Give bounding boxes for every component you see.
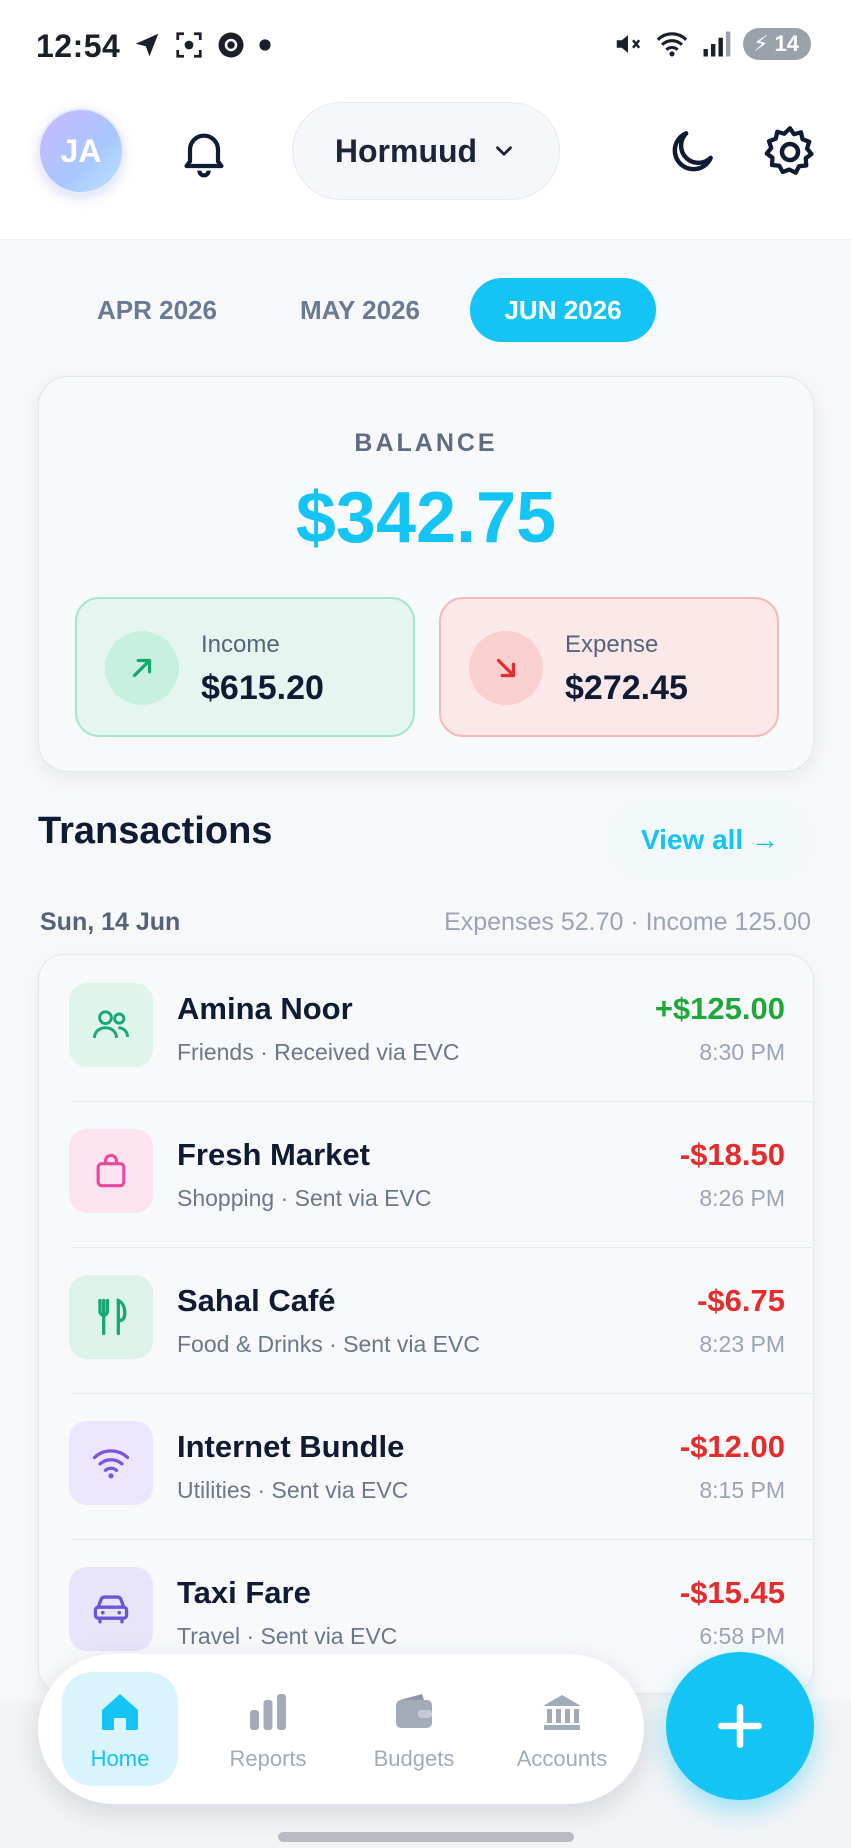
transactions-list: Amina Noor Friends · Received via EVC +$… (38, 954, 814, 1694)
app-badge-icon (218, 32, 244, 58)
nav-label: Budgets (373, 1746, 455, 1771)
nav-reports[interactable]: Reports (210, 1672, 326, 1786)
balance-amount: $342.75 (295, 478, 557, 558)
mute-icon (616, 35, 641, 53)
month-tabs: APR 2026 MAY 2026 JUN 2026 (0, 278, 851, 344)
divider (71, 1101, 813, 1102)
car-icon (69, 1567, 153, 1651)
view-all-button[interactable]: View all → (606, 800, 814, 880)
scan-icon (176, 32, 202, 58)
list-item[interactable]: Fresh Market Shopping · Sent via EVC -$1… (39, 1101, 813, 1247)
battery-level: 14 (774, 31, 799, 56)
status-right-icons: ⚡ 14 (613, 28, 811, 60)
transaction-amount: -$18.50 (679, 1137, 785, 1172)
transaction-subtitle: Shopping · Sent via EVC (177, 1185, 432, 1211)
transaction-time: 8:26 PM (699, 1185, 785, 1211)
balance-card: BALANCE $342.75 Income $615.20 Expense $… (38, 376, 814, 772)
transaction-title: Sahal Café (177, 1283, 336, 1318)
signal-icon (703, 31, 731, 57)
nav-accounts[interactable]: Accounts (504, 1672, 620, 1786)
list-item[interactable]: Internet Bundle Utilities · Sent via EVC… (39, 1393, 813, 1539)
status-bar: 12:54 ⚡ 14 (0, 0, 851, 90)
day-label: Sun, 14 Jun (40, 908, 181, 936)
transaction-subtitle: Food & Drinks · Sent via EVC (177, 1331, 480, 1357)
top-bar: JA Hormuud (0, 90, 851, 240)
transaction-title: Amina Noor (177, 991, 353, 1026)
notifications-bell-icon[interactable] (176, 124, 232, 180)
chevron-down-icon (496, 146, 513, 156)
transaction-time: 8:23 PM (699, 1331, 785, 1357)
wifi-icon (69, 1421, 153, 1505)
home-icon (102, 1694, 138, 1730)
nav-label: Accounts (516, 1746, 608, 1771)
expense-label: Expense (565, 631, 659, 658)
status-left-icons (132, 30, 272, 60)
settings-gear-icon[interactable] (760, 122, 820, 182)
nav-home[interactable]: Home (62, 1672, 178, 1786)
balance-label: BALANCE (354, 429, 498, 457)
bottom-navigation: Home Reports Budgets Accounts (38, 1654, 644, 1804)
divider (71, 1393, 813, 1394)
arrow-up-right-icon (105, 631, 179, 705)
tab-jun-2026[interactable]: JUN 2026 (470, 278, 656, 342)
transaction-amount: -$12.00 (679, 1429, 785, 1464)
provider-selector[interactable]: Hormuud (292, 102, 560, 200)
transaction-amount: -$15.45 (679, 1575, 785, 1610)
income-value: $615.20 (201, 669, 324, 707)
transaction-time: 8:30 PM (699, 1039, 785, 1065)
home-indicator[interactable] (278, 1832, 574, 1842)
status-time: 12:54 (36, 28, 121, 64)
expense-value: $272.45 (565, 669, 688, 707)
transaction-time: 8:15 PM (699, 1477, 785, 1503)
charging-icon: ⚡ (753, 31, 769, 56)
provider-name: Hormuud (334, 132, 478, 169)
avatar[interactable]: JA (38, 108, 124, 194)
dark-mode-moon-icon[interactable] (664, 124, 720, 180)
wallet-icon (396, 1694, 432, 1728)
transaction-time: 6:58 PM (699, 1623, 785, 1649)
send-icon (135, 33, 159, 57)
transaction-title: Internet Bundle (177, 1429, 405, 1464)
bank-icon (543, 1695, 581, 1730)
wifi-status-icon (656, 32, 688, 57)
divider (71, 1539, 813, 1540)
day-summary: Expenses 52.70 · Income 125.00 (444, 908, 811, 936)
nav-label: Home (90, 1746, 150, 1771)
transaction-subtitle: Travel · Sent via EVC (177, 1623, 398, 1649)
expense-summary[interactable]: Expense $272.45 (439, 597, 779, 737)
transaction-title: Taxi Fare (177, 1575, 311, 1610)
shopping-bag-icon (69, 1129, 153, 1213)
tab-apr-2026[interactable]: APR 2026 (82, 278, 232, 342)
bar-chart-icon (250, 1694, 286, 1730)
transaction-amount: +$125.00 (654, 991, 785, 1026)
transaction-subtitle: Utilities · Sent via EVC (177, 1477, 409, 1503)
nav-label: Reports (229, 1746, 307, 1771)
list-item[interactable]: Sahal Café Food & Drinks · Sent via EVC … (39, 1247, 813, 1393)
add-transaction-button[interactable] (666, 1652, 814, 1800)
battery-indicator: ⚡ 14 (743, 28, 811, 60)
transactions-title: Transactions (38, 810, 273, 852)
arrow-down-right-icon (469, 631, 543, 705)
dot-icon (259, 39, 271, 51)
income-summary[interactable]: Income $615.20 (75, 597, 415, 737)
utensils-icon (69, 1275, 153, 1359)
transaction-subtitle: Friends · Received via EVC (177, 1039, 460, 1065)
income-label: Income (201, 631, 280, 658)
list-item[interactable]: Amina Noor Friends · Received via EVC +$… (39, 955, 813, 1101)
friends-icon (69, 983, 153, 1067)
tab-may-2026[interactable]: MAY 2026 (282, 278, 438, 342)
divider (71, 1247, 813, 1248)
transaction-amount: -$6.75 (697, 1283, 785, 1318)
transaction-title: Fresh Market (177, 1137, 370, 1172)
plus-icon (718, 1704, 762, 1748)
nav-budgets[interactable]: Budgets (356, 1672, 472, 1786)
